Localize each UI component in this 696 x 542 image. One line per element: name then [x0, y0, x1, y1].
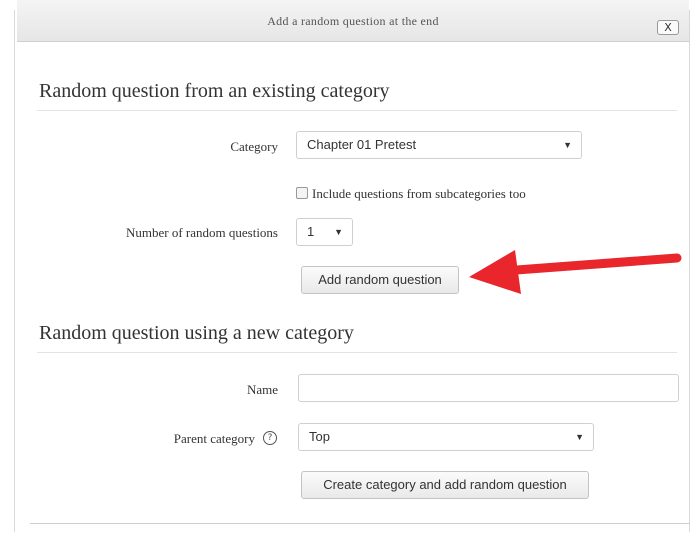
arrow-head — [469, 250, 521, 294]
section-divider — [37, 110, 677, 111]
close-button[interactable]: X — [657, 20, 679, 35]
name-label: Name — [246, 382, 278, 397]
number-random-value: 1 — [307, 224, 315, 239]
add-random-question-button[interactable]: Add random question — [301, 266, 459, 294]
category-label: Category — [230, 139, 278, 154]
dialog-titlebar: Add a random question at the end X — [17, 0, 689, 42]
caret-down-icon: ▼ — [334, 227, 343, 237]
caret-down-icon: ▼ — [575, 432, 584, 442]
category-select-value: Chapter 01 Pretest — [307, 137, 417, 152]
parent-category-value: Top — [309, 429, 330, 444]
section-divider — [37, 352, 677, 353]
include-subcategories-label: Include questions from subcategories too — [312, 186, 526, 201]
parent-category-label: Parent category — [173, 431, 255, 446]
number-random-select[interactable]: 1 ▼ — [296, 218, 353, 246]
include-subcategories-checkbox[interactable] — [296, 187, 308, 199]
arrow-shaft — [498, 253, 682, 276]
number-random-label: Number of random questions — [125, 225, 278, 240]
parent-category-select[interactable]: Top ▼ — [298, 423, 594, 451]
close-icon: X — [664, 21, 672, 34]
help-icon[interactable]: ? — [263, 431, 277, 445]
red-arrow-icon — [469, 250, 682, 294]
dialog-title: Add a random question at the end — [267, 14, 439, 28]
section-heading-existing: Random question from an existing categor… — [39, 80, 390, 102]
caret-down-icon: ▼ — [563, 140, 572, 150]
create-category-button[interactable]: Create category and add random question — [301, 471, 589, 499]
category-select[interactable]: Chapter 01 Pretest ▼ — [296, 131, 582, 159]
name-input[interactable] — [298, 374, 679, 402]
dialog-bottom-border — [30, 523, 690, 524]
section-heading-new: Random question using a new category — [39, 322, 354, 344]
